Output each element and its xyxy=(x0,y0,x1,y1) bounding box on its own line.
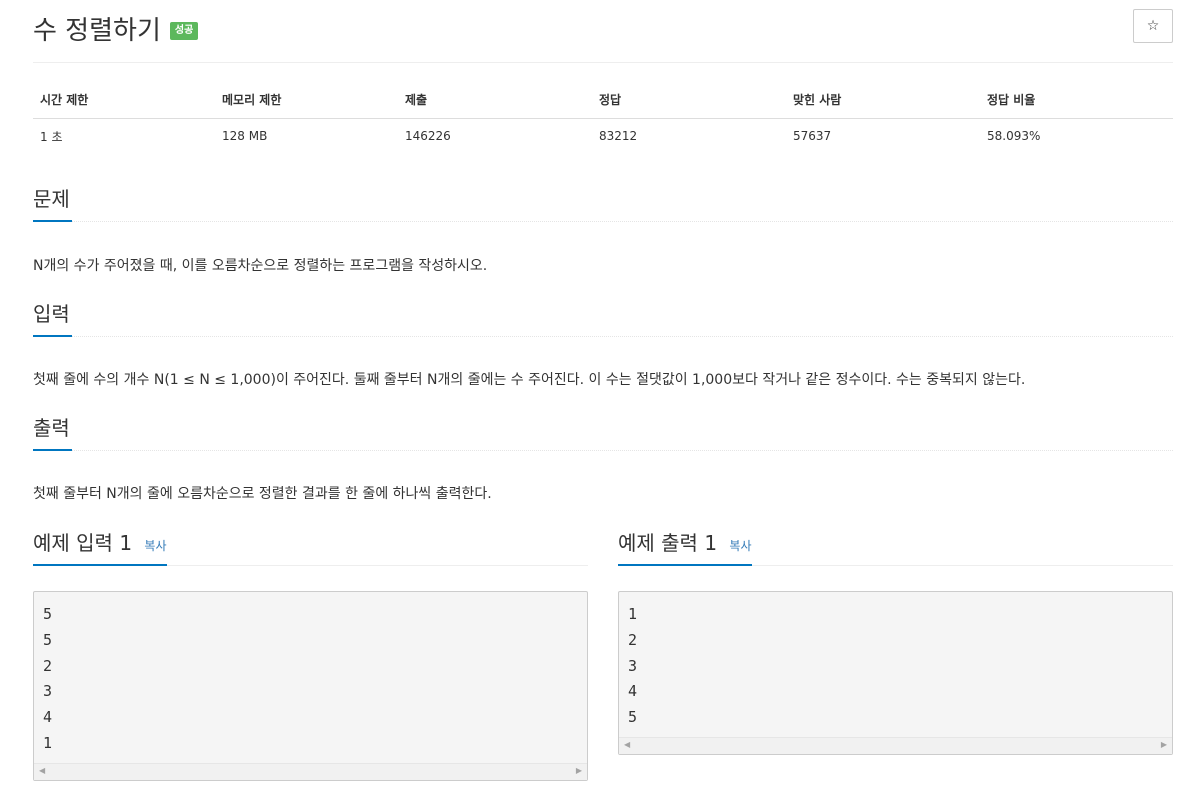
scroll-right-arrow-icon[interactable]: ▶ xyxy=(1161,740,1167,749)
sample-output-line: 3 xyxy=(628,656,638,675)
scroll-left-arrow-icon[interactable]: ◀ xyxy=(39,766,45,775)
sample-input-title: 예제 입력 1 xyxy=(33,531,133,555)
sample-input-line: 1 xyxy=(43,733,53,752)
input-section-header: 입력 xyxy=(33,299,1173,337)
value-submissions[interactable]: 146226 xyxy=(398,118,592,154)
input-text: 첫째 줄에 수의 개수 N(1 ≤ N ≤ 1,000)이 주어진다. 둘째 줄… xyxy=(33,372,1026,388)
description-section-header: 문제 xyxy=(33,184,1173,222)
header-accepted: 정답 xyxy=(592,82,786,119)
header-memory-limit: 메모리 제한 xyxy=(215,82,398,119)
sample-input-line: 2 xyxy=(43,656,53,675)
sample-output-panel: 예제 출력 1 복사 1 2 3 4 5 ◀ ▶ xyxy=(618,526,1173,755)
header-submissions: 제출 xyxy=(398,82,592,119)
output-text: 첫째 줄부터 N개의 줄에 오름차순으로 정렬한 결과를 한 줄에 하나씩 출력… xyxy=(33,486,492,502)
sample-output-line: 5 xyxy=(628,708,638,727)
sample-input-line: 5 xyxy=(43,605,53,623)
sample-output-line: 2 xyxy=(628,630,638,649)
description-text: N개의 수가 주어졌을 때, 이를 오름차순으로 정렬하는 프로그램을 작성하시… xyxy=(33,258,488,274)
header-solved-users: 맞힌 사람 xyxy=(786,82,980,119)
sample-output-header: 예제 출력 1 복사 xyxy=(618,526,1173,566)
problem-info-table: 시간 제한 메모리 제한 제출 정답 맞힌 사람 정답 비율 1 초 128 M… xyxy=(33,82,1173,154)
page-title: 수 정렬하기 xyxy=(33,15,161,46)
info-value-row: 1 초 128 MB 146226 83212 57637 58.093% xyxy=(33,118,1173,154)
value-accept-ratio: 58.093% xyxy=(987,129,1041,144)
sample-output-box[interactable]: 1 2 3 4 5 ◀ ▶ xyxy=(618,591,1173,755)
value-memory-limit: 128 MB xyxy=(222,129,268,144)
sample-input-line: 3 xyxy=(43,682,53,701)
copy-sample-input-button[interactable]: 복사 xyxy=(144,539,166,553)
sample-output-title: 예제 출력 1 xyxy=(618,531,718,555)
output-section-header: 출력 xyxy=(33,413,1173,451)
value-time-limit: 1 초 xyxy=(40,129,63,144)
description-heading: 문제 xyxy=(33,184,72,222)
info-header-row: 시간 제한 메모리 제한 제출 정답 맞힌 사람 정답 비율 xyxy=(33,82,1173,119)
sample-output-line: 1 xyxy=(628,605,638,623)
sample-input-header: 예제 입력 1 복사 xyxy=(33,526,588,566)
copy-sample-output-button[interactable]: 복사 xyxy=(729,539,751,553)
value-solved-users[interactable]: 57637 xyxy=(786,118,980,154)
horizontal-scrollbar[interactable]: ◀ ▶ xyxy=(34,762,587,780)
horizontal-scrollbar[interactable]: ◀ ▶ xyxy=(619,736,1172,754)
sample-input-heading: 예제 입력 1 복사 xyxy=(33,526,167,566)
header-time-limit: 시간 제한 xyxy=(33,82,215,119)
scroll-right-arrow-icon[interactable]: ▶ xyxy=(576,766,582,775)
sample-input-line: 5 xyxy=(43,630,53,649)
problem-title-row: 수 정렬하기 성공 xyxy=(33,10,199,46)
favorite-button[interactable]: ☆ xyxy=(1133,9,1173,43)
input-heading: 입력 xyxy=(33,299,72,337)
sample-output-heading: 예제 출력 1 복사 xyxy=(618,526,752,566)
sample-output-line: 4 xyxy=(628,682,638,701)
sample-input-line: 4 xyxy=(43,708,53,727)
sample-input-panel: 예제 입력 1 복사 5 5 2 3 4 1 ◀ ▶ xyxy=(33,526,588,781)
sample-input-box[interactable]: 5 5 2 3 4 1 ◀ ▶ xyxy=(33,591,588,781)
star-icon: ☆ xyxy=(1146,18,1160,34)
title-divider xyxy=(33,62,1173,63)
scroll-left-arrow-icon[interactable]: ◀ xyxy=(624,740,630,749)
status-badge: 성공 xyxy=(169,22,199,40)
output-heading: 출력 xyxy=(33,413,72,451)
header-accept-ratio: 정답 비율 xyxy=(980,82,1173,119)
value-accepted[interactable]: 83212 xyxy=(592,118,786,154)
